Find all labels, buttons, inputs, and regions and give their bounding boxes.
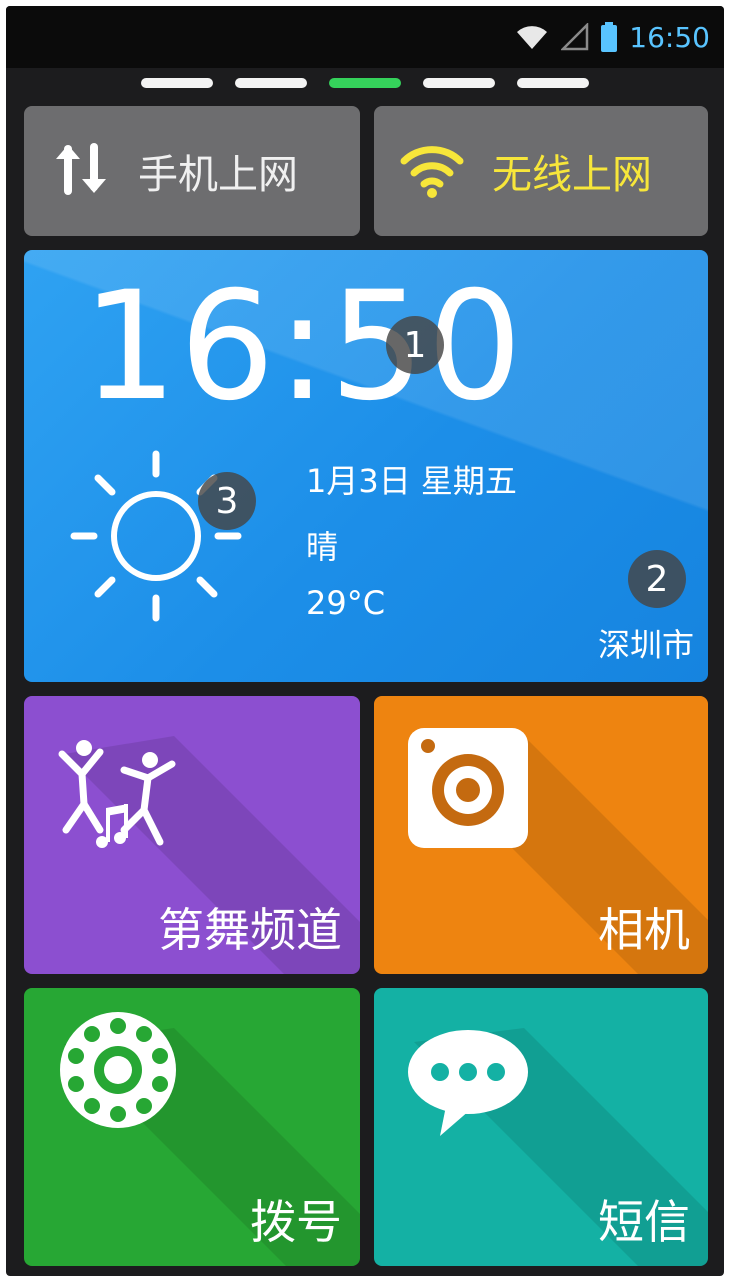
- camera-icon: [406, 726, 530, 854]
- wifi-icon: [396, 139, 468, 203]
- data-transfer-icon: [50, 137, 114, 205]
- callout-badge-3: 3: [198, 472, 256, 530]
- page-dot[interactable]: [141, 78, 213, 88]
- wifi-label: 无线上网: [492, 152, 652, 198]
- page-dot[interactable]: [517, 78, 589, 88]
- page-dot-active[interactable]: [329, 78, 401, 88]
- temperature: 29°C: [306, 584, 386, 622]
- app-label: 拨号: [250, 1195, 342, 1249]
- status-time: 16:50: [629, 20, 710, 54]
- page-dot[interactable]: [423, 78, 495, 88]
- app-label: 相机: [598, 903, 690, 957]
- wifi-toggle[interactable]: 无线上网: [374, 106, 708, 236]
- app-tile-camera[interactable]: 相机: [374, 696, 708, 974]
- chat-bubble-icon: [406, 1028, 530, 1142]
- city-name: 深圳市: [597, 626, 694, 664]
- clock-time: 16:50: [82, 260, 525, 434]
- home-screen: 16:50 手机上网 无线上网 16:50 1月3日 星期五 晴 29°C 深圳…: [6, 6, 724, 1276]
- page-dot[interactable]: [235, 78, 307, 88]
- app-tile-dialer[interactable]: 拨号: [24, 988, 360, 1266]
- app-label: 短信: [598, 1195, 690, 1249]
- app-label: 第舞频道: [158, 903, 342, 957]
- weather-condition: 晴: [306, 528, 339, 566]
- callout-badge-2: 2: [628, 550, 686, 608]
- date-text: 1月3日 星期五: [306, 462, 517, 500]
- rotary-dial-icon: [58, 1010, 178, 1134]
- clock-weather-widget[interactable]: 16:50 1月3日 星期五 晴 29°C 深圳市 1 2 3: [24, 250, 708, 682]
- callout-badge-1: 1: [386, 316, 444, 374]
- status-bar: 16:50: [6, 6, 724, 68]
- app-tile-messages[interactable]: 短信: [374, 988, 708, 1266]
- page-indicator: [6, 78, 724, 88]
- app-tile-dance-channel[interactable]: 第舞频道: [24, 696, 360, 974]
- mobile-data-label: 手机上网: [138, 152, 298, 198]
- battery-icon: [601, 22, 618, 52]
- cellular-signal-icon: [561, 23, 589, 51]
- mobile-data-toggle[interactable]: 手机上网: [24, 106, 360, 236]
- wifi-icon: [515, 24, 549, 50]
- dancers-icon: [54, 734, 184, 858]
